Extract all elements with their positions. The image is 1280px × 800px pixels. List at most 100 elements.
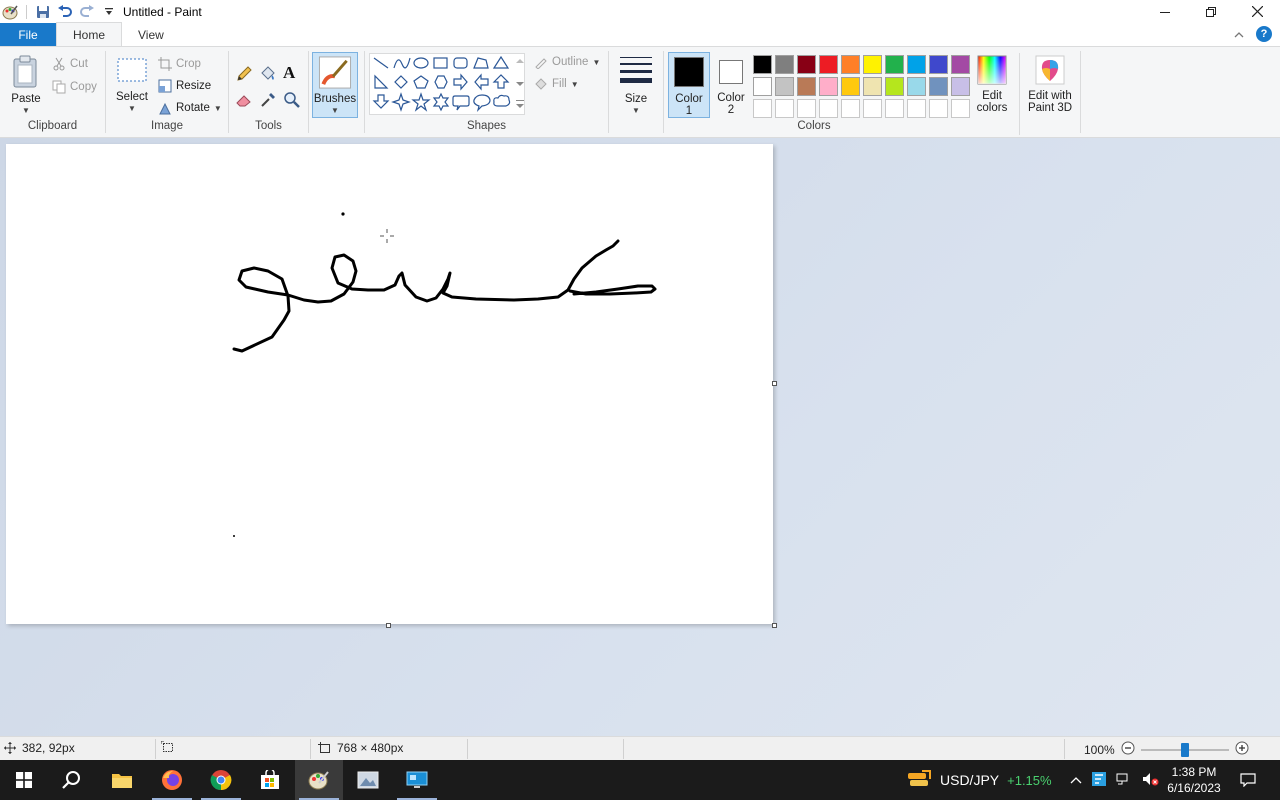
- palette-swatch[interactable]: [907, 55, 926, 74]
- magnifier-icon[interactable]: [283, 91, 301, 112]
- customize-qat-icon[interactable]: [101, 4, 117, 20]
- canvas-resize-handle-right[interactable]: [772, 381, 777, 386]
- diamond-shape[interactable]: [394, 75, 408, 89]
- palette-swatch[interactable]: [951, 77, 970, 96]
- edit-with-paint3d-button[interactable]: Edit with Paint 3D: [1024, 55, 1076, 114]
- up-arrow-shape[interactable]: [492, 74, 510, 89]
- four-point-star-shape[interactable]: [391, 92, 411, 112]
- palette-swatch[interactable]: [819, 55, 838, 74]
- palette-swatch[interactable]: [885, 77, 904, 96]
- undo-icon[interactable]: [57, 4, 73, 20]
- tab-file[interactable]: File: [0, 23, 56, 46]
- news-widget[interactable]: USD/JPY +1.15%: [906, 760, 1052, 800]
- size-dropdown-caret[interactable]: ▼: [632, 105, 640, 117]
- zoom-slider-thumb[interactable]: [1180, 742, 1189, 757]
- close-button[interactable]: [1234, 0, 1280, 23]
- minimize-button[interactable]: [1142, 0, 1188, 23]
- shapes-expand-icon[interactable]: [516, 100, 524, 108]
- curve-shape[interactable]: [393, 57, 411, 69]
- zoom-slider[interactable]: [1140, 742, 1229, 757]
- canvas-resize-handle-corner[interactable]: [772, 623, 777, 628]
- outline-dropdown-caret[interactable]: ▼: [592, 58, 600, 67]
- app-taskbar-button[interactable]: [344, 760, 392, 800]
- palette-swatch[interactable]: [863, 55, 882, 74]
- oval-shape[interactable]: [413, 57, 429, 69]
- shapes-scroll-up-icon[interactable]: [516, 59, 524, 63]
- rectangle-shape[interactable]: [433, 57, 448, 69]
- zoom-in-icon[interactable]: [1235, 741, 1249, 758]
- paste-button[interactable]: Paste ▼: [6, 55, 46, 117]
- tab-home[interactable]: Home: [56, 22, 123, 46]
- network-icon[interactable]: [1116, 772, 1132, 789]
- palette-swatch[interactable]: [863, 99, 882, 118]
- drawing-canvas[interactable]: [6, 144, 773, 624]
- palette-swatch[interactable]: [797, 99, 816, 118]
- fill-bucket-icon[interactable]: [259, 65, 277, 86]
- zoom-out-icon[interactable]: [1121, 741, 1135, 758]
- outline-button[interactable]: Outline ▼: [534, 55, 600, 69]
- select-button[interactable]: Select ▼: [114, 55, 150, 115]
- five-point-star-shape[interactable]: [411, 92, 431, 112]
- show-hidden-icons[interactable]: [1070, 773, 1082, 787]
- color1-button[interactable]: Color 1: [668, 52, 710, 118]
- palette-swatch[interactable]: [929, 77, 948, 96]
- pencil-icon[interactable]: [235, 65, 253, 86]
- palette-swatch[interactable]: [841, 55, 860, 74]
- tray-app-icon[interactable]: [1092, 771, 1106, 789]
- help-icon[interactable]: ?: [1256, 26, 1272, 42]
- start-button[interactable]: [0, 760, 48, 800]
- remote-desktop-button[interactable]: [393, 760, 441, 800]
- palette-swatch[interactable]: [797, 55, 816, 74]
- collapse-ribbon-icon[interactable]: [1234, 27, 1244, 41]
- palette-swatch[interactable]: [885, 55, 904, 74]
- palette-swatch[interactable]: [841, 99, 860, 118]
- triangle-shape[interactable]: [492, 55, 510, 69]
- text-tool-icon[interactable]: A: [283, 63, 295, 83]
- right-arrow-shape[interactable]: [453, 73, 468, 91]
- palette-swatch[interactable]: [907, 99, 926, 118]
- restore-button[interactable]: [1188, 0, 1234, 23]
- edit-colors-button[interactable]: Edit colors: [972, 55, 1012, 114]
- eraser-icon[interactable]: [235, 91, 253, 112]
- paste-dropdown-caret[interactable]: ▼: [22, 105, 30, 117]
- save-icon[interactable]: [35, 4, 51, 20]
- palette-swatch[interactable]: [929, 55, 948, 74]
- brushes-dropdown-caret[interactable]: ▼: [331, 105, 339, 117]
- paint-app-icon[interactable]: [2, 4, 18, 20]
- palette-swatch[interactable]: [753, 99, 772, 118]
- color-picker-icon[interactable]: [259, 91, 277, 112]
- store-button[interactable]: [246, 760, 294, 800]
- six-point-star-shape[interactable]: [432, 92, 450, 112]
- firefox-button[interactable]: [148, 760, 196, 800]
- palette-swatch[interactable]: [951, 55, 970, 74]
- volume-muted-icon[interactable]: [1142, 772, 1160, 789]
- paint-taskbar-button[interactable]: [295, 760, 343, 800]
- select-dropdown-caret[interactable]: ▼: [128, 103, 136, 115]
- brushes-button[interactable]: Brushes ▼: [312, 52, 358, 118]
- palette-swatch[interactable]: [797, 77, 816, 96]
- clock[interactable]: 1:38 PM 6/16/2023: [1162, 760, 1226, 800]
- palette-swatch[interactable]: [753, 55, 772, 74]
- palette-swatch[interactable]: [775, 77, 794, 96]
- file-explorer-button[interactable]: [98, 760, 146, 800]
- palette-swatch[interactable]: [885, 99, 904, 118]
- rounded-rectangle-shape[interactable]: [453, 57, 468, 69]
- cut-button[interactable]: Cut: [52, 57, 88, 71]
- notification-center-button[interactable]: [1236, 760, 1260, 800]
- redo-icon[interactable]: [79, 4, 95, 20]
- shapes-scroll-down-icon[interactable]: [516, 82, 524, 86]
- chrome-button[interactable]: [197, 760, 245, 800]
- canvas-resize-handle-bottom[interactable]: [386, 623, 391, 628]
- palette-swatch[interactable]: [819, 77, 838, 96]
- polygon-shape[interactable]: [473, 57, 489, 69]
- cloud-callout-shape[interactable]: [493, 94, 511, 107]
- palette-swatch[interactable]: [753, 77, 772, 96]
- palette-swatch[interactable]: [907, 77, 926, 96]
- size-button[interactable]: Size ▼: [617, 55, 655, 117]
- fill-dropdown-caret[interactable]: ▼: [571, 80, 579, 89]
- palette-swatch[interactable]: [819, 99, 838, 118]
- left-arrow-shape[interactable]: [474, 73, 489, 91]
- palette-swatch[interactable]: [775, 55, 794, 74]
- fill-button[interactable]: Fill ▼: [534, 77, 579, 91]
- line-shape[interactable]: [373, 57, 389, 69]
